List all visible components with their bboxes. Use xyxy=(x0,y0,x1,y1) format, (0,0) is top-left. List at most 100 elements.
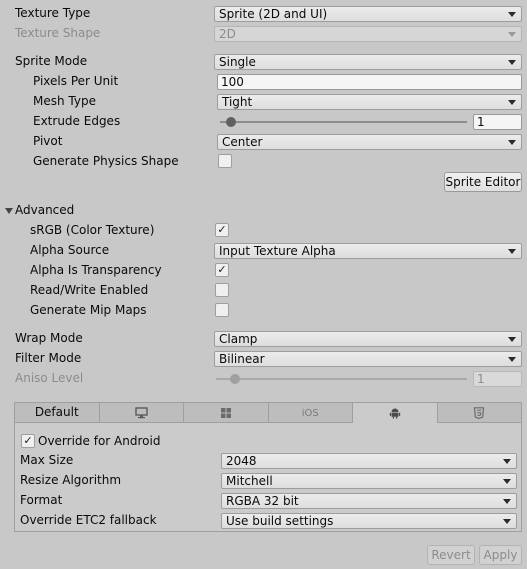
filter-mode-dropdown[interactable]: Bilinear xyxy=(214,351,522,367)
max-size-label: Max Size xyxy=(20,453,74,467)
max-size-row: Max Size 2048 xyxy=(15,451,521,471)
pivot-value: Center xyxy=(222,135,263,149)
advanced-title: Advanced xyxy=(15,203,75,217)
foldout-arrow-icon xyxy=(5,208,13,214)
chevron-down-icon xyxy=(508,249,516,254)
read-write-label: Read/Write Enabled xyxy=(30,283,149,297)
srgb-checkbox[interactable]: ✓ xyxy=(215,223,229,237)
tab-ios-label: iOS xyxy=(301,408,319,419)
aniso-level-label: Aniso Level xyxy=(15,371,84,385)
chevron-down-icon xyxy=(503,459,511,464)
pixels-per-unit-label: Pixels Per Unit xyxy=(33,74,119,88)
windows-icon xyxy=(220,408,231,418)
read-write-row: Read/Write Enabled xyxy=(0,281,527,301)
texture-type-dropdown[interactable]: Sprite (2D and UI) xyxy=(214,6,522,22)
texture-type-label: Texture Type xyxy=(15,6,91,20)
srgb-row: sRGB (Color Texture) ✓ xyxy=(0,221,527,241)
format-label: Format xyxy=(20,493,63,507)
pivot-dropdown[interactable]: Center xyxy=(217,134,522,150)
format-row: Format RGBA 32 bit xyxy=(15,491,521,511)
pivot-label: Pivot xyxy=(33,134,63,148)
pixels-per-unit-input[interactable]: 100 xyxy=(217,74,522,90)
override-etc2-dropdown[interactable]: Use build settings xyxy=(221,513,517,529)
generate-mip-maps-checkbox[interactable] xyxy=(215,303,229,317)
chevron-down-icon xyxy=(508,140,516,145)
texture-shape-label: Texture Shape xyxy=(15,26,101,40)
tab-webgl[interactable] xyxy=(437,403,521,423)
chevron-down-icon xyxy=(508,60,516,65)
chevron-down-icon xyxy=(508,12,516,17)
tab-default[interactable]: Default xyxy=(15,403,100,423)
aniso-level-input: 1 xyxy=(473,371,522,387)
extrude-edges-slider-track[interactable] xyxy=(220,121,467,123)
pivot-row: Pivot Center xyxy=(0,132,527,152)
tab-standalone[interactable] xyxy=(99,403,184,423)
android-icon xyxy=(389,408,400,419)
extrude-edges-slider-thumb[interactable] xyxy=(226,117,236,127)
extrude-edges-row: Extrude Edges 1 xyxy=(0,112,527,132)
apply-button[interactable]: Apply xyxy=(479,545,522,565)
read-write-checkbox[interactable] xyxy=(215,283,229,297)
tab-default-label: Default xyxy=(34,405,79,419)
chevron-down-icon xyxy=(508,337,516,342)
srgb-label: sRGB (Color Texture) xyxy=(30,223,155,237)
advanced-foldout[interactable]: Advanced xyxy=(0,201,527,221)
sprite-mode-dropdown[interactable]: Single xyxy=(214,54,522,70)
revert-button[interactable]: Revert xyxy=(427,545,475,565)
texture-type-value: Sprite (2D and UI) xyxy=(219,7,328,21)
max-size-dropdown[interactable]: 2048 xyxy=(221,453,517,469)
aniso-level-row: Aniso Level 1 xyxy=(0,369,527,389)
alpha-source-dropdown[interactable]: Input Texture Alpha xyxy=(214,243,522,259)
alpha-source-label: Alpha Source xyxy=(30,243,110,257)
html5-icon xyxy=(474,407,485,419)
chevron-down-icon xyxy=(503,479,511,484)
override-etc2-label: Override ETC2 fallback xyxy=(20,513,157,527)
filter-mode-value: Bilinear xyxy=(219,352,265,366)
format-dropdown[interactable]: RGBA 32 bit xyxy=(221,493,517,509)
chevron-down-icon xyxy=(508,32,516,37)
mesh-type-value: Tight xyxy=(222,95,253,109)
pixels-per-unit-row: Pixels Per Unit 100 xyxy=(0,72,527,92)
monitor-icon xyxy=(135,407,148,419)
wrap-mode-value: Clamp xyxy=(219,332,258,346)
mesh-type-dropdown[interactable]: Tight xyxy=(217,94,522,110)
extrude-edges-label: Extrude Edges xyxy=(33,114,121,128)
texture-shape-dropdown: 2D xyxy=(214,26,522,42)
aniso-level-slider-thumb xyxy=(230,374,240,384)
texture-type-row: Texture Type Sprite (2D and UI) xyxy=(0,4,527,24)
platform-settings-panel: Default iOS ✓ Override for Android Max S… xyxy=(14,402,522,532)
tab-windows-store[interactable] xyxy=(184,403,269,423)
chevron-down-icon xyxy=(508,100,516,105)
override-android-row: ✓ Override for Android xyxy=(21,433,511,451)
generate-physics-shape-checkbox[interactable] xyxy=(218,154,232,168)
wrap-mode-label: Wrap Mode xyxy=(15,331,83,345)
generate-mip-maps-label: Generate Mip Maps xyxy=(30,303,147,317)
wrap-mode-dropdown[interactable]: Clamp xyxy=(214,331,522,347)
tab-android[interactable] xyxy=(353,403,438,423)
extrude-edges-input[interactable]: 1 xyxy=(473,114,522,130)
chevron-down-icon xyxy=(508,357,516,362)
tab-ios[interactable]: iOS xyxy=(268,403,353,423)
mesh-type-row: Mesh Type Tight xyxy=(0,92,527,112)
format-value: RGBA 32 bit xyxy=(226,494,299,508)
filter-mode-row: Filter Mode Bilinear xyxy=(0,349,527,369)
override-etc2-row: Override ETC2 fallback Use build setting… xyxy=(15,511,521,531)
mesh-type-label: Mesh Type xyxy=(33,94,96,108)
sprite-editor-button[interactable]: Sprite Editor xyxy=(444,172,522,192)
texture-shape-value: 2D xyxy=(219,27,236,41)
alpha-is-transparency-label: Alpha Is Transparency xyxy=(30,263,162,277)
wrap-mode-row: Wrap Mode Clamp xyxy=(0,329,527,349)
sprite-mode-label: Sprite Mode xyxy=(15,54,88,68)
alpha-is-transparency-checkbox[interactable]: ✓ xyxy=(215,263,229,277)
override-android-label: Override for Android xyxy=(38,434,161,448)
resize-algorithm-value: Mitchell xyxy=(226,474,273,488)
filter-mode-label: Filter Mode xyxy=(15,351,82,365)
generate-mip-maps-row: Generate Mip Maps xyxy=(0,301,527,321)
resize-algorithm-dropdown[interactable]: Mitchell xyxy=(221,473,517,489)
override-etc2-value: Use build settings xyxy=(226,514,334,528)
override-android-checkbox[interactable]: ✓ xyxy=(21,434,35,448)
platform-tabs: Default iOS xyxy=(15,403,521,423)
alpha-source-value: Input Texture Alpha xyxy=(219,244,336,258)
generate-physics-shape-row: Generate Physics Shape xyxy=(0,152,527,172)
chevron-down-icon xyxy=(503,519,511,524)
